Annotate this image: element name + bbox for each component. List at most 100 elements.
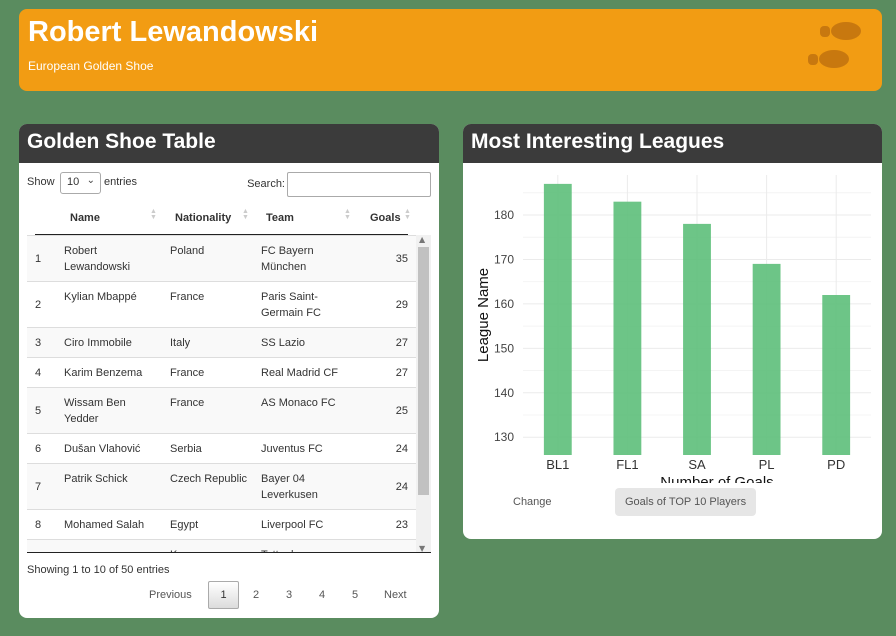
row-nationality: France xyxy=(170,367,205,379)
row-nationality: Poland xyxy=(170,245,205,257)
row-rank: 6 xyxy=(35,443,42,455)
table-row[interactable]: 3 Ciro Immobile Italy SS Lazio 27 xyxy=(27,327,416,357)
bar-sa xyxy=(683,223,711,455)
row-name: Robert Lewandowski xyxy=(64,245,131,273)
table-row[interactable]: 4 Karim Benzema France Real Madrid CF 27 xyxy=(27,357,416,387)
table-scrollbar[interactable]: ▲ ▼ xyxy=(416,235,431,552)
show-label: Show xyxy=(27,176,55,188)
row-name: Kylian Mbappé xyxy=(64,291,137,303)
chart-card-title: Most Interesting Leagues xyxy=(463,124,882,163)
chevron-down-icon: ⌄ xyxy=(86,175,95,186)
entries-select[interactable]: 10 ⌄ xyxy=(60,172,101,194)
x-tick-label: FL1 xyxy=(616,457,638,472)
sort-icon: ▲ ▼ xyxy=(150,208,157,221)
row-team: Real Madrid CF xyxy=(261,367,339,379)
row-goals: 29 xyxy=(395,299,408,311)
row-name: Mohamed Salah xyxy=(64,519,145,531)
table-row[interactable]: 1 Robert Lewandowski Poland FC Bayern Münch… xyxy=(27,235,416,281)
table-card-title: Golden Shoe Table xyxy=(19,124,439,163)
row-goals: 24 xyxy=(395,481,408,493)
pagination-page[interactable]: 2 xyxy=(253,589,259,601)
table-controls: Show 10 ⌄ entries Search: xyxy=(27,172,431,198)
pagination-page[interactable]: 3 xyxy=(286,589,292,601)
page-title: Robert Lewandowski xyxy=(28,16,319,48)
column-header-goals[interactable]: Goals xyxy=(370,212,401,224)
sort-icon: ▲ ▼ xyxy=(344,208,351,221)
pagination-page[interactable]: 4 xyxy=(319,589,325,601)
row-name: Patrik Schick xyxy=(64,473,128,485)
table-row[interactable]: 8 Mohamed Salah Egypt Liverpool FC 23 xyxy=(27,509,416,539)
row-nationality: Serbia xyxy=(170,443,202,455)
scroll-down-icon[interactable]: ▼ xyxy=(419,544,425,552)
sort-icon: ▲ ▼ xyxy=(242,208,249,221)
row-goals: 35 xyxy=(395,253,408,265)
row-goals: 27 xyxy=(395,367,408,379)
row-team: Juventus FC xyxy=(261,443,323,455)
column-header-team[interactable]: Team xyxy=(266,212,294,224)
pagination-next[interactable]: Next xyxy=(384,589,407,601)
bar-pl xyxy=(752,263,781,455)
x-tick-label: SA xyxy=(688,457,706,472)
tab-change[interactable]: Change xyxy=(503,488,562,516)
row-goals: 25 xyxy=(395,405,408,417)
row-team: SS Lazio xyxy=(261,337,306,349)
table-row[interactable]: 7 Patrik Schick Czech Republic Bayer 04 Lev… xyxy=(27,463,416,509)
row-team: FC Bayern München xyxy=(261,245,314,273)
row-team: Tottenham xyxy=(261,547,356,552)
table-row[interactable]: 2 Kylian Mbappé France Paris Saint-Germain … xyxy=(27,281,416,327)
y-tick-label: 160 xyxy=(494,297,514,311)
sort-icon: ▲ ▼ xyxy=(404,208,411,221)
header-banner: Robert Lewandowski European Golden Shoe xyxy=(19,9,882,91)
row-nationality: France xyxy=(170,397,205,409)
leagues-chart-card: Most Interesting Leagues 130 140 150 160 170… xyxy=(463,124,882,539)
tab-goals-top10[interactable]: Goals of TOP 10 Players xyxy=(615,488,757,516)
pagination-page[interactable]: 5 xyxy=(352,589,358,601)
row-name: Dušan Vlahović xyxy=(64,443,141,455)
row-rank: 7 xyxy=(35,481,42,493)
column-header-name[interactable]: Name xyxy=(70,212,100,224)
pagination: Previous 1 2 3 4 5 Next xyxy=(149,581,429,609)
row-rank: 5 xyxy=(35,405,42,417)
row-rank: 1 xyxy=(35,253,42,265)
row-name: Wissam Ben Yedder xyxy=(64,397,126,425)
pagination-previous[interactable]: Previous xyxy=(149,589,192,601)
scroll-up-icon[interactable]: ▲ xyxy=(419,235,425,244)
row-name: Karim Benzema xyxy=(64,367,143,379)
search-input[interactable] xyxy=(287,172,431,197)
bar-pd xyxy=(822,295,851,455)
y-tick-label: 170 xyxy=(494,252,514,266)
x-tick-label: BL1 xyxy=(546,457,569,472)
table-body: 1 Robert Lewandowski Poland FC Bayern Münch… xyxy=(27,235,431,553)
scroll-thumb[interactable] xyxy=(418,247,429,495)
row-nationality: Korea xyxy=(170,547,250,552)
y-tick-label: 180 xyxy=(494,208,514,222)
y-tick-label: 130 xyxy=(494,430,514,444)
bar-fl1 xyxy=(613,201,642,455)
entries-select-value: 10 xyxy=(67,176,80,188)
row-rank: 3 xyxy=(35,337,42,349)
entries-label: entries xyxy=(104,176,138,188)
x-axis-label: Number of Goals xyxy=(660,474,773,483)
column-header-nationality[interactable]: Nationality xyxy=(175,212,231,224)
row-name: Ciro Immobile xyxy=(64,337,132,349)
row-goals: 23 xyxy=(395,519,408,531)
table-info: Showing 1 to 10 of 50 entries xyxy=(27,564,170,576)
table-row[interactable]: 6 Dušan Vlahović Serbia Juventus FC 24 xyxy=(27,433,416,463)
footprint-icon xyxy=(808,22,861,68)
row-team: Liverpool FC xyxy=(261,519,324,531)
row-nationality: Egypt xyxy=(170,519,199,531)
search-label: Search: xyxy=(247,178,285,190)
table-row[interactable]: 5 Wissam Ben Yedder France AS Monaco FC 25 xyxy=(27,387,416,433)
pagination-page[interactable]: 1 xyxy=(208,581,239,609)
x-tick-label: PD xyxy=(827,457,845,472)
row-team: Bayer 04 Leverkusen xyxy=(261,473,318,501)
y-axis-label: League Name xyxy=(475,268,492,362)
bar-bl1 xyxy=(543,183,572,455)
row-nationality: Italy xyxy=(170,337,191,349)
x-tick-label: PL xyxy=(759,457,775,472)
row-rank: 4 xyxy=(35,367,42,379)
table-row[interactable]: Korea Tottenham xyxy=(27,539,416,552)
row-rank: 8 xyxy=(35,519,42,531)
y-tick-label: 150 xyxy=(494,341,514,355)
row-team: AS Monaco FC xyxy=(261,397,336,409)
